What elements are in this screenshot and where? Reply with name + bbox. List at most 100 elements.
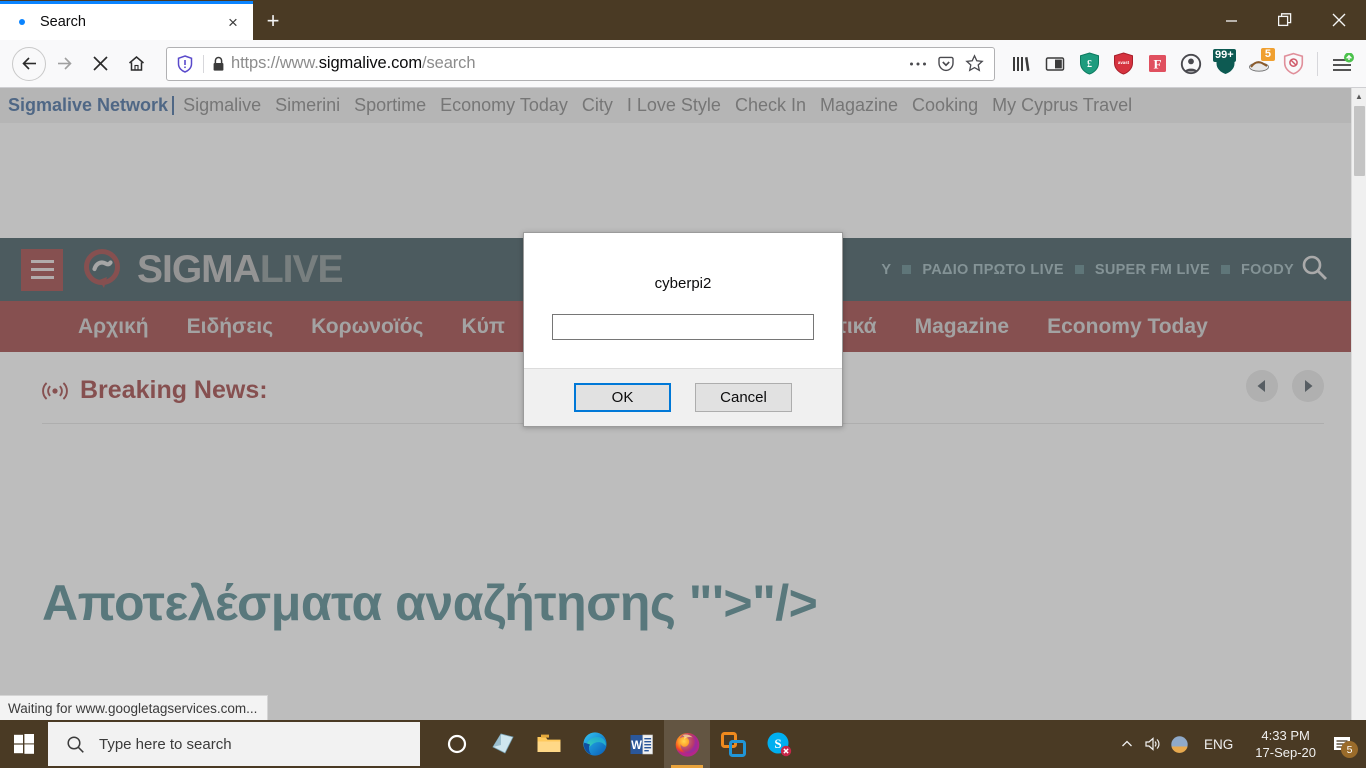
action-center-icon[interactable]: 5	[1326, 720, 1360, 768]
toolbar-divider	[1317, 51, 1318, 76]
nav-item-kypros[interactable]: Κύπ	[461, 315, 504, 339]
cortana-icon[interactable]	[434, 720, 480, 768]
foxyproxy-extension-icon[interactable]: F	[1141, 47, 1173, 81]
breaking-prev-arrow-icon[interactable]	[1246, 370, 1278, 402]
maximize-restore-button[interactable]	[1258, 0, 1312, 40]
ad-placeholder-area	[0, 123, 1366, 238]
live-link-foody[interactable]: FOODY	[1241, 262, 1294, 278]
dialog-text-input[interactable]	[552, 314, 814, 340]
speaker-icon[interactable]	[1140, 720, 1166, 768]
live-link-separator	[1074, 265, 1084, 274]
vmware-workstation-icon[interactable]	[710, 720, 756, 768]
live-link-separator	[1220, 265, 1230, 274]
tamper-extension-icon[interactable]: 5	[1243, 47, 1275, 81]
library-icon[interactable]	[1005, 47, 1037, 81]
status-text: Waiting for www.googletagservices.com...	[8, 700, 258, 716]
breaking-next-arrow-icon[interactable]	[1292, 370, 1324, 402]
live-link-partial[interactable]: Υ	[881, 262, 891, 278]
scrollbar-thumb[interactable]	[1353, 106, 1365, 176]
pocket-icon[interactable]	[932, 50, 960, 78]
url-address-bar[interactable]: https://www.sigmalive.com/search	[166, 46, 995, 81]
firefox-icon[interactable]	[664, 720, 710, 768]
site-logo-text: SIGMALIVE	[137, 247, 344, 292]
ellipsis-icon[interactable]	[904, 50, 932, 78]
notifier-badge: 99+	[1213, 48, 1236, 62]
network-link-city[interactable]: City	[582, 95, 613, 116]
nav-item-arxiki[interactable]: Αρχική	[78, 315, 149, 339]
weather-icon[interactable]	[1166, 720, 1192, 768]
network-link-my-cyprus-travel[interactable]: My Cyprus Travel	[992, 95, 1132, 116]
taskbar-search-box[interactable]: Type here to search	[48, 722, 420, 766]
scroll-up-arrow-icon[interactable]: ▲	[1352, 88, 1366, 104]
tab-favicon-icon	[14, 14, 30, 30]
dialog-cancel-button[interactable]: Cancel	[695, 383, 792, 412]
site-search-icon[interactable]	[1301, 254, 1328, 286]
file-explorer-icon[interactable]	[526, 720, 572, 768]
taskbar-app-buttons: W S	[434, 720, 802, 768]
network-link-sportime[interactable]: Sportime	[354, 95, 426, 116]
new-tab-button[interactable]: +	[253, 1, 293, 40]
tab-title: Search	[40, 14, 86, 30]
network-brand-label: Sigmalive Network	[8, 95, 169, 115]
stop-loading-button[interactable]	[82, 46, 118, 82]
blocker-extension-icon[interactable]	[1277, 47, 1309, 81]
logo-sigma-text: SIGMA	[137, 247, 261, 291]
tracking-protection-shield-icon[interactable]	[177, 54, 193, 73]
chevron-up-icon[interactable]	[1114, 720, 1140, 768]
firefox-account-icon[interactable]	[1175, 47, 1207, 81]
sticky-notes-icon[interactable]	[480, 720, 526, 768]
hamburger-menu-icon[interactable]	[1326, 47, 1358, 81]
clock[interactable]: 4:33 PM 17-Sep-20	[1245, 727, 1326, 761]
avast-shield-extension-icon[interactable]: avast	[1107, 47, 1139, 81]
skype-icon[interactable]: S	[756, 720, 802, 768]
home-button[interactable]	[118, 46, 154, 82]
network-link-cooking[interactable]: Cooking	[912, 95, 978, 116]
page-scrollbar[interactable]: ▲	[1351, 88, 1366, 720]
nav-item-magazine[interactable]: Magazine	[915, 315, 1010, 339]
system-tray: ENG 4:33 PM 17-Sep-20 5	[1114, 720, 1366, 768]
sidebar-icon[interactable]	[1039, 47, 1071, 81]
network-link-simerini[interactable]: Simerini	[275, 95, 340, 116]
microsoft-edge-icon[interactable]	[572, 720, 618, 768]
microsoft-word-icon[interactable]: W	[618, 720, 664, 768]
close-window-button[interactable]	[1312, 0, 1366, 40]
windows-taskbar: Type here to search W S ENG 4:33 PM 17-S…	[0, 720, 1366, 768]
clock-time: 4:33 PM	[1261, 728, 1310, 743]
notifier-extension-icon[interactable]: 99+	[1209, 47, 1241, 81]
svg-text:F: F	[1153, 57, 1161, 72]
bookmark-star-icon[interactable]	[960, 50, 988, 78]
logo-live-text: LIVE	[259, 247, 344, 291]
tab-strip: Search × +	[0, 0, 1366, 40]
nav-item-koronoios[interactable]: Κορωνοϊός	[311, 315, 423, 339]
tab-close-icon[interactable]: ×	[221, 10, 245, 34]
lastpass-extension-icon[interactable]: £	[1073, 47, 1105, 81]
svg-text:S: S	[774, 736, 781, 751]
tamper-badge: 5	[1260, 47, 1275, 61]
language-indicator[interactable]: ENG	[1192, 737, 1245, 752]
padlock-icon[interactable]	[212, 56, 225, 72]
url-text: https://www.sigmalive.com/search	[231, 54, 476, 72]
live-link-super-fm[interactable]: SUPER FM LIVE	[1095, 262, 1210, 278]
nav-item-economy-today[interactable]: Economy Today	[1047, 315, 1208, 339]
dialog-body: cyberpi2	[524, 233, 842, 368]
firefox-browser-window: Search × + https://www.sigmalive.com/sea…	[0, 0, 1366, 720]
notification-count-badge: 5	[1341, 741, 1358, 758]
dialog-ok-button[interactable]: OK	[574, 383, 671, 412]
network-link-check-in[interactable]: Check In	[735, 95, 806, 116]
javascript-prompt-dialog: cyberpi2 OK Cancel	[523, 232, 843, 427]
site-logo[interactable]: SIGMALIVE	[81, 247, 344, 293]
live-link-radio-proto[interactable]: ΡΑΔΙΟ ΠΡΩΤΟ LIVE	[922, 262, 1064, 278]
nav-item-eidiseis[interactable]: Ειδήσεις	[187, 315, 274, 339]
network-link-sigmalive[interactable]: Sigmalive	[183, 95, 261, 116]
browser-tab-search[interactable]: Search ×	[0, 1, 253, 40]
site-menu-hamburger-icon[interactable]	[21, 248, 63, 291]
back-button[interactable]	[12, 46, 46, 81]
network-link-i-love-style[interactable]: I Love Style	[627, 95, 721, 116]
minimize-button[interactable]	[1204, 0, 1258, 40]
search-icon	[66, 735, 85, 754]
forward-button[interactable]	[46, 46, 82, 82]
windows-start-icon[interactable]	[0, 720, 48, 768]
network-link-magazine[interactable]: Magazine	[820, 95, 898, 116]
window-controls	[1204, 0, 1366, 40]
network-link-economy-today[interactable]: Economy Today	[440, 95, 568, 116]
